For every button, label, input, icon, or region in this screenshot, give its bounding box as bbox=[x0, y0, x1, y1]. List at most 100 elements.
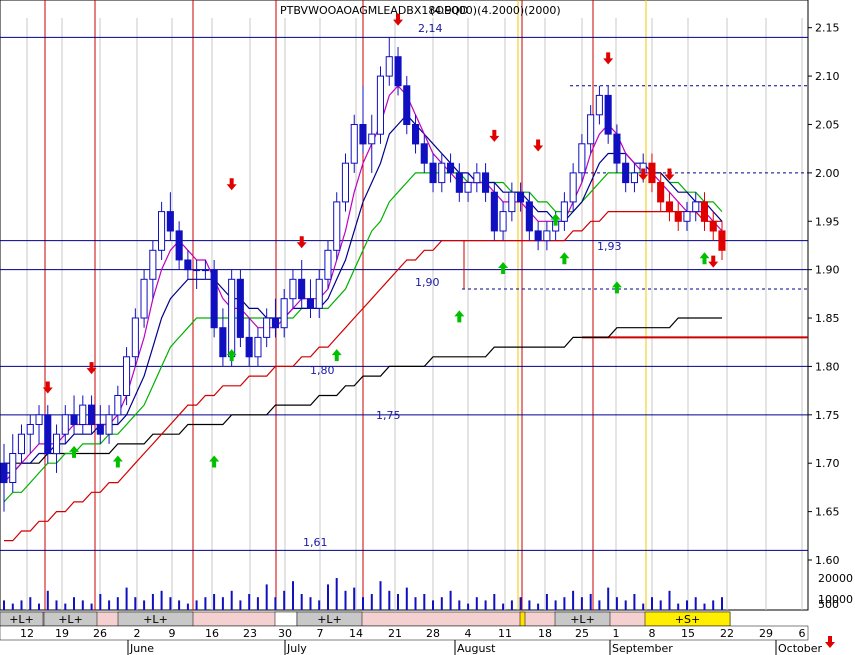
volume-bar-66 bbox=[580, 597, 583, 610]
candle-16 bbox=[140, 278, 148, 319]
x-tick-label-8: 7 bbox=[317, 627, 324, 640]
volume-bar-82 bbox=[721, 597, 723, 610]
candle-46 bbox=[403, 85, 411, 126]
candle-20 bbox=[175, 230, 183, 261]
candle-4 bbox=[35, 414, 43, 425]
volume-bar-48 bbox=[423, 594, 426, 610]
x-tick-label-4: 9 bbox=[169, 627, 176, 640]
volume-bar-0 bbox=[3, 600, 5, 610]
candle-49 bbox=[429, 162, 437, 184]
candle-2 bbox=[17, 433, 25, 455]
candle-79 bbox=[692, 201, 700, 213]
volume-bar-80 bbox=[703, 603, 706, 610]
candle-81 bbox=[709, 220, 717, 232]
volume-bar-61 bbox=[537, 603, 540, 610]
candle-68 bbox=[595, 94, 603, 116]
volume-bar-68 bbox=[598, 600, 601, 610]
y-tick-label-11: 1.60 bbox=[815, 554, 840, 567]
candle-26 bbox=[228, 278, 236, 358]
volume-bar-63 bbox=[554, 600, 557, 610]
candle-31 bbox=[271, 317, 279, 329]
volume-bar-39 bbox=[344, 590, 347, 610]
candle-15 bbox=[131, 317, 139, 358]
volume-bar-24 bbox=[213, 594, 216, 610]
volume-bar-44 bbox=[388, 590, 391, 610]
volume-bar-62 bbox=[545, 594, 548, 610]
candle-34 bbox=[298, 278, 306, 300]
volume-bar-15 bbox=[134, 597, 137, 610]
candle-53 bbox=[464, 182, 472, 193]
level-label-0: 2,14 bbox=[418, 22, 443, 35]
candlestick-chart: 2,141,931,901,801,751,61 2000010000500 +… bbox=[0, 0, 853, 655]
volume-bar-56 bbox=[493, 594, 496, 610]
candle-17 bbox=[149, 249, 157, 280]
month-label-4: October bbox=[778, 642, 822, 655]
volume-bar-67 bbox=[589, 594, 592, 610]
candle-0 bbox=[0, 462, 8, 484]
volume-bar-10 bbox=[90, 603, 93, 610]
volume-bar-71 bbox=[624, 600, 627, 610]
volume-bar-74 bbox=[651, 597, 653, 610]
volume-bar-65 bbox=[572, 590, 575, 610]
y-tick-label-3: 2.00 bbox=[815, 167, 840, 180]
volume-bar-6 bbox=[55, 600, 58, 610]
x-tick-label-0: 12 bbox=[20, 627, 34, 640]
x-tick-label-6: 23 bbox=[243, 627, 257, 640]
volume-bar-53 bbox=[467, 603, 470, 610]
corner-down-arrow bbox=[825, 636, 835, 648]
candle-77 bbox=[674, 211, 682, 222]
level-label-2: 1,90 bbox=[415, 276, 440, 289]
level-label-4: 1,75 bbox=[376, 409, 401, 422]
volume-bar-81 bbox=[712, 600, 715, 610]
candle-74 bbox=[648, 162, 656, 184]
volume-bar-27 bbox=[239, 600, 242, 610]
candle-5 bbox=[44, 414, 52, 454]
y-tick-label-0: 2.15 bbox=[815, 22, 840, 35]
volume-bar-12 bbox=[108, 600, 111, 610]
volume-bar-37 bbox=[327, 584, 329, 610]
month-label-0: June bbox=[129, 642, 154, 655]
volume-bar-20 bbox=[178, 600, 181, 610]
candle-39 bbox=[341, 162, 349, 203]
volume-bar-26 bbox=[230, 590, 233, 610]
volume-bar-43 bbox=[379, 581, 382, 610]
y-tick-label-7: 1.80 bbox=[815, 360, 840, 373]
volume-bar-79 bbox=[694, 597, 697, 610]
candle-52 bbox=[455, 172, 463, 193]
volume-bar-70 bbox=[615, 597, 618, 610]
candle-75 bbox=[657, 182, 665, 203]
volume-bar-78 bbox=[686, 600, 688, 610]
volume-bar-31 bbox=[274, 597, 277, 610]
volume-bar-16 bbox=[143, 600, 146, 610]
candle-47 bbox=[412, 124, 420, 145]
candle-32 bbox=[280, 298, 288, 329]
volume-bar-45 bbox=[397, 594, 399, 610]
candle-43 bbox=[376, 75, 384, 135]
volume-bar-5 bbox=[46, 590, 49, 610]
y-tick-label-10: 1.65 bbox=[815, 506, 840, 519]
volume-bar-47 bbox=[414, 597, 417, 610]
candle-12 bbox=[105, 414, 113, 435]
volume-bar-77 bbox=[677, 603, 680, 610]
candle-14 bbox=[123, 356, 131, 396]
volume-bar-14 bbox=[125, 587, 128, 610]
x-tick-label-7: 30 bbox=[278, 627, 292, 640]
level-label-3: 1,80 bbox=[310, 364, 335, 377]
volume-bar-55 bbox=[484, 600, 487, 610]
candle-55 bbox=[482, 172, 490, 193]
y-tick-label-8: 1.75 bbox=[815, 409, 840, 422]
volume-bar-19 bbox=[169, 597, 172, 610]
candle-3 bbox=[26, 424, 34, 435]
candle-56 bbox=[490, 191, 498, 232]
candle-69 bbox=[604, 94, 612, 135]
candle-7 bbox=[61, 414, 69, 435]
volume-bar-75 bbox=[659, 600, 662, 610]
candle-37 bbox=[324, 249, 332, 280]
x-tick-label-17: 8 bbox=[649, 627, 656, 640]
x-tick-label-10: 21 bbox=[388, 627, 402, 640]
volume-bar-32 bbox=[283, 590, 286, 610]
signal-label-3: +L+ bbox=[317, 613, 342, 626]
volume-bar-58 bbox=[510, 600, 513, 610]
volume-bar-34 bbox=[300, 594, 303, 610]
signal-label-4: +L+ bbox=[570, 613, 595, 626]
